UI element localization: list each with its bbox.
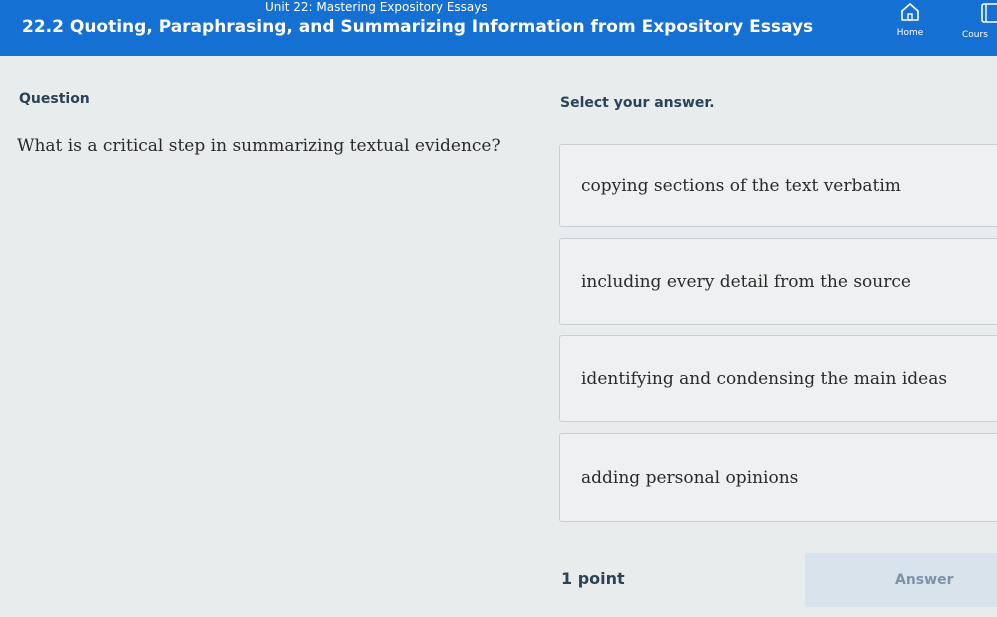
unit-title: Unit 22: Mastering Expository Essays <box>265 0 488 14</box>
nav-courses-label: Cours <box>962 30 988 40</box>
question-text: What is a critical step in summarizing t… <box>17 136 501 156</box>
answer-choice-label: copying sections of the text verbatim <box>581 175 901 196</box>
select-answer-prompt: Select your answer. <box>560 95 715 111</box>
answer-choice[interactable]: identifying and condensing the main idea… <box>559 335 997 422</box>
question-heading: Question <box>19 91 90 107</box>
home-icon <box>901 3 919 21</box>
nav-home-label: Home <box>896 28 924 38</box>
answer-choice[interactable]: adding personal opinions <box>559 433 997 522</box>
lesson-title: 22.2 Quoting, Paraphrasing, and Summariz… <box>22 17 814 37</box>
nav-home-button[interactable]: Home <box>890 2 930 46</box>
points-value: 1 point <box>561 569 625 588</box>
nav-courses-button[interactable]: Cours <box>958 2 997 46</box>
answer-choice[interactable]: including every detail from the source <box>559 238 997 325</box>
top-bar: Unit 22: Mastering Expository Essays 22.… <box>0 0 997 56</box>
answer-choice-label: including every detail from the source <box>581 271 911 292</box>
answer-button[interactable]: Answer <box>805 553 997 607</box>
answer-choice-label: identifying and condensing the main idea… <box>581 368 948 389</box>
book-icon <box>981 3 997 23</box>
answer-choice-label: adding personal opinions <box>581 467 799 488</box>
answer-choice[interactable]: copying sections of the text verbatim <box>559 144 997 227</box>
